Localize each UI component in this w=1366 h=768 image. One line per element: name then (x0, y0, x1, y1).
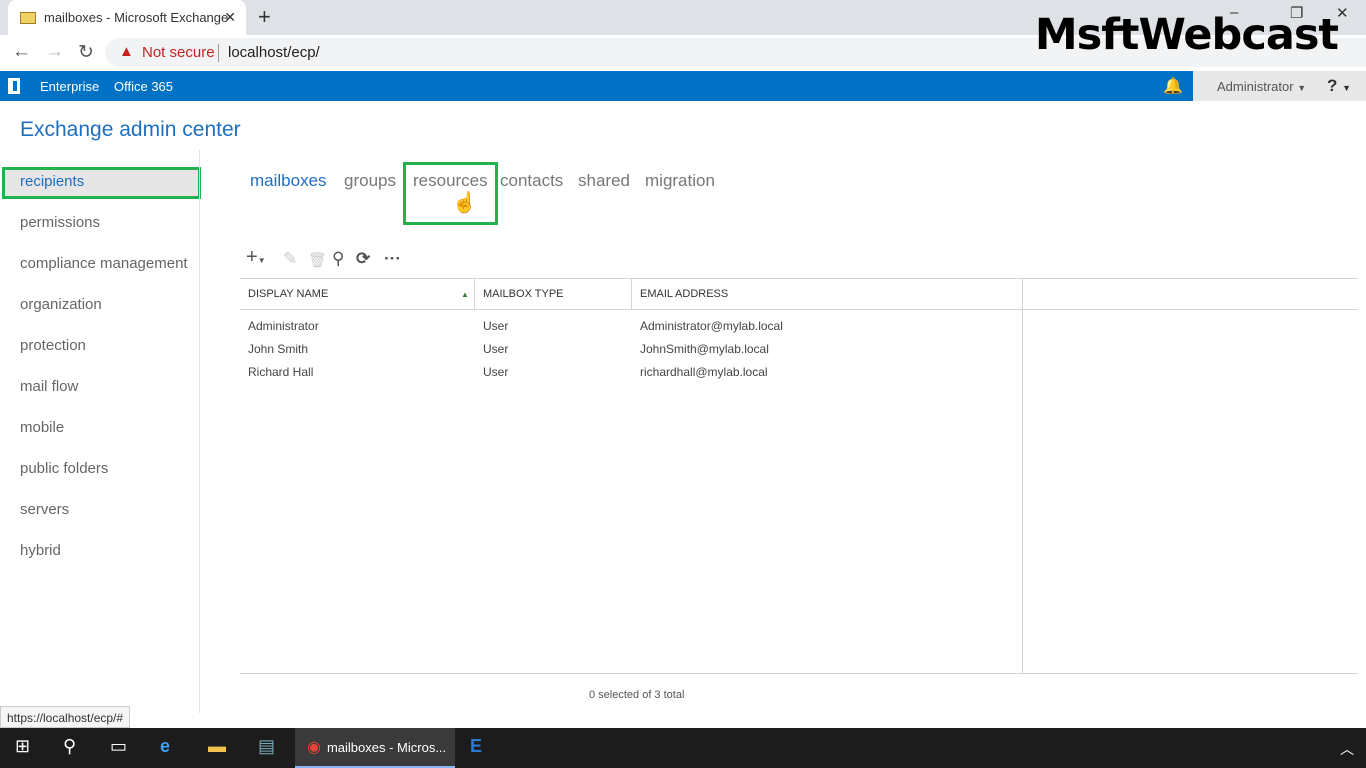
tab-groups[interactable]: groups (344, 171, 396, 191)
table-top-border (240, 278, 1358, 279)
help-menu[interactable]: ? ▼ (1327, 76, 1351, 96)
tab-migration[interactable]: migration (645, 171, 715, 191)
browser-tab[interactable]: mailboxes - Microsoft Exchange ✕ (8, 0, 246, 35)
sidebar-item-mail-flow[interactable]: mail flow (20, 378, 78, 395)
restore-button[interactable]: ❐ (1290, 4, 1303, 22)
back-button[interactable]: ← (12, 41, 31, 63)
reload-button[interactable]: ↻ (78, 41, 94, 64)
search-icon[interactable]: ⚲ (63, 736, 76, 757)
table-header-border (240, 309, 1358, 310)
page-title: Exchange admin center (20, 118, 241, 141)
cell-display-name: John Smith (248, 342, 309, 356)
minimize-button[interactable]: – (1230, 4, 1238, 21)
cell-mailbox-type: User (483, 365, 509, 379)
chevron-down-icon: ▼ (1342, 83, 1352, 93)
table-row[interactable]: Administrator User Administrator@mylab.l… (240, 319, 1020, 341)
search-icon[interactable]: ⚲ (332, 249, 344, 269)
new-tab-button[interactable]: + (258, 4, 271, 30)
tab-mailboxes[interactable]: mailboxes (250, 171, 327, 191)
sidebar-item-recipients[interactable]: recipients (20, 173, 84, 190)
taskbar-chrome-window[interactable]: ◉ mailboxes - Micros... (295, 728, 455, 768)
bell-icon[interactable]: 🔔 (1163, 76, 1183, 96)
resources-highlight-box (403, 162, 498, 225)
taskbar: ⊞ ⚲ ▭ e ▬ ▤ ◉ mailboxes - Micros... E ︿ (0, 728, 1366, 768)
delete-icon[interactable]: 🗑 (308, 251, 327, 269)
exchange-icon[interactable]: E (470, 736, 482, 757)
sidebar-item-mobile[interactable]: mobile (20, 419, 64, 436)
column-divider (474, 279, 475, 309)
sidebar-item-compliance-management[interactable]: compliance management (20, 255, 188, 272)
sidebar-item-public-folders[interactable]: public folders (20, 460, 108, 477)
address-bar-row: ← → ↻ ▲ Not secure localhost/ecp/ (0, 35, 1366, 71)
sidebar-divider (199, 150, 200, 713)
add-icon[interactable]: +▼ (246, 246, 266, 269)
address-bar[interactable]: ▲ Not secure localhost/ecp/ (105, 38, 1366, 67)
user-menu[interactable]: Administrator ▼ (1217, 79, 1306, 94)
column-divider (631, 279, 632, 309)
table-row[interactable]: John Smith User JohnSmith@mylab.local (240, 342, 1020, 364)
sidebar-item-protection[interactable]: protection (20, 337, 86, 354)
user-area: Administrator ▼ ? ▼ (1193, 71, 1366, 101)
address-separator (218, 44, 219, 62)
cell-mailbox-type: User (483, 319, 509, 333)
selection-count: 0 selected of 3 total (589, 689, 685, 701)
cell-email: JohnSmith@mylab.local (640, 342, 769, 356)
window-title: mailboxes - Micros... (326, 739, 447, 755)
column-header-email-address[interactable]: EMAIL ADDRESS (640, 288, 728, 300)
office-logo-icon[interactable] (8, 78, 20, 94)
cell-display-name: Administrator (248, 319, 319, 333)
sidebar-item-hybrid[interactable]: hybrid (20, 542, 61, 559)
sort-ascending-icon: ▲ (461, 290, 469, 299)
cell-mailbox-type: User (483, 342, 509, 356)
details-pane-divider (1022, 279, 1023, 673)
column-header-mailbox-type[interactable]: MAILBOX TYPE (483, 288, 564, 300)
windows-start-icon[interactable]: ⊞ (15, 736, 30, 757)
internet-explorer-icon[interactable]: e (160, 736, 170, 757)
status-bubble: https://localhost/ecp/# (0, 706, 131, 728)
warning-icon: ▲ (119, 43, 134, 60)
user-name: Administrator (1217, 79, 1294, 94)
help-icon: ? (1327, 76, 1338, 95)
edit-icon[interactable]: ✎ (283, 249, 297, 269)
sidebar-item-organization[interactable]: organization (20, 296, 102, 313)
chevron-up-icon[interactable]: ︿ (1340, 739, 1354, 759)
hand-cursor-icon: ☝ (452, 192, 477, 214)
server-manager-icon[interactable]: ▤ (258, 736, 275, 757)
tab-title: mailboxes - Microsoft Exchange (44, 10, 229, 25)
close-window-button[interactable]: ✕ (1336, 4, 1349, 22)
browser-tab-strip: mailboxes - Microsoft Exchange ✕ + – ❐ ✕ (0, 0, 1366, 35)
suite-bar: Enterprise Office 365 🔔 Administrator ▼ … (0, 71, 1366, 101)
table-row[interactable]: Richard Hall User richardhall@mylab.loca… (240, 365, 1020, 387)
file-explorer-icon[interactable]: ▬ (208, 736, 226, 757)
column-header-display-name[interactable]: DISPLAY NAME (248, 288, 328, 300)
security-label[interactable]: Not secure (142, 44, 215, 61)
enterprise-link[interactable]: Enterprise (40, 79, 99, 94)
chevron-down-icon: ▼ (1297, 83, 1307, 93)
office365-link[interactable]: Office 365 (114, 79, 173, 94)
cell-email: Administrator@mylab.local (640, 319, 783, 333)
chrome-icon: ◉ (307, 739, 321, 756)
cell-email: richardhall@mylab.local (640, 365, 768, 379)
close-tab-icon[interactable]: ✕ (224, 9, 236, 26)
refresh-icon[interactable]: ⟳ (356, 249, 370, 269)
more-icon[interactable]: ··· (384, 249, 401, 269)
sidebar-item-permissions[interactable]: permissions (20, 214, 100, 231)
tab-contacts[interactable]: contacts (500, 171, 563, 191)
sidebar-item-servers[interactable]: servers (20, 501, 69, 518)
exchange-favicon-icon (20, 11, 36, 24)
cell-display-name: Richard Hall (248, 365, 314, 379)
tab-shared[interactable]: shared (578, 171, 630, 191)
table-bottom-border (240, 673, 1358, 674)
task-view-icon[interactable]: ▭ (110, 736, 127, 757)
url-text[interactable]: localhost/ecp/ (228, 44, 320, 61)
forward-button[interactable]: → (45, 41, 64, 63)
